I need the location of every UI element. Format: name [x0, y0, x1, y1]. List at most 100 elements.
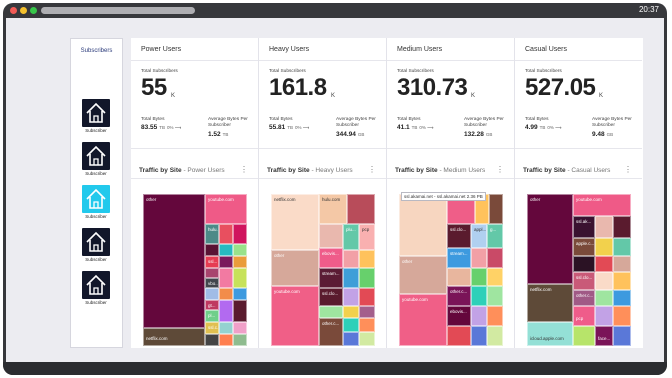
minimize-dot[interactable] — [20, 7, 27, 14]
treemap-tile[interactable] — [219, 288, 233, 300]
treemap-tile[interactable] — [233, 224, 247, 244]
treemap-tile[interactable]: stream... — [319, 268, 343, 288]
treemap-tile[interactable] — [219, 300, 233, 322]
treemap-tile[interactable]: ssl.ak... — [573, 216, 595, 238]
treemap-tile[interactable] — [343, 250, 359, 268]
treemap-tile[interactable]: ssl.c... — [205, 322, 219, 334]
treemap-tile[interactable]: pcp — [573, 306, 595, 326]
treemap-tile[interactable] — [233, 244, 247, 256]
treemap-tile[interactable] — [613, 272, 631, 290]
treemap-tile[interactable]: icloud.apple.com — [527, 322, 573, 346]
treemap-tile[interactable] — [471, 248, 487, 268]
treemap-tile[interactable] — [319, 224, 343, 248]
treemap-tile[interactable] — [343, 268, 359, 288]
treemap-tile[interactable]: other — [527, 194, 573, 284]
treemap-tile[interactable]: youtube.com — [271, 286, 319, 346]
treemap-tile[interactable] — [573, 326, 595, 346]
treemap-tile[interactable] — [233, 288, 247, 300]
treemap-tile[interactable] — [205, 244, 219, 256]
treemap-tile[interactable]: other.c... — [319, 318, 343, 346]
treemap-tile[interactable] — [471, 268, 487, 286]
treemap-tile[interactable]: other — [271, 250, 319, 286]
treemap-tile[interactable]: youtube.com — [573, 194, 631, 216]
sidebar-item-subscriber[interactable]: Subscriber — [80, 271, 112, 305]
treemap-tile[interactable] — [359, 332, 375, 346]
treemap-tile[interactable]: other.c... — [447, 286, 471, 306]
treemap-tile[interactable] — [573, 256, 595, 272]
treemap-tile[interactable] — [471, 286, 487, 306]
treemap-tile[interactable]: netflix.com — [271, 194, 319, 250]
sidebar-item-subscriber[interactable]: Subscriber — [80, 228, 112, 262]
treemap-tile[interactable] — [233, 334, 247, 346]
treemap-tile[interactable]: apple.c... — [573, 238, 595, 256]
treemap-tile[interactable] — [359, 306, 375, 318]
treemap-tile[interactable] — [595, 306, 613, 326]
more-options-icon[interactable]: ⋮ — [240, 165, 248, 174]
treemap-tile[interactable] — [347, 194, 375, 224]
treemap-tile[interactable] — [343, 306, 359, 318]
treemap-tile[interactable] — [447, 268, 471, 286]
sidebar-item-subscriber[interactable]: Subscriber — [80, 99, 112, 133]
treemap-tile[interactable]: ssl... — [205, 256, 219, 268]
treemap-tile[interactable]: ebovis... — [447, 306, 471, 326]
treemap-tile[interactable]: stream... — [447, 248, 471, 268]
treemap-tile[interactable] — [487, 268, 503, 286]
treemap-tile[interactable]: ssl.clo... — [573, 272, 595, 290]
treemap-tile[interactable] — [471, 306, 487, 326]
treemap-tile[interactable] — [219, 256, 233, 268]
treemap-tile[interactable] — [343, 288, 359, 306]
treemap-tile[interactable] — [233, 268, 247, 288]
treemap-tile[interactable]: pcp — [359, 224, 375, 250]
treemap-tile[interactable] — [595, 272, 613, 290]
more-options-icon[interactable]: ⋮ — [624, 165, 632, 174]
treemap-tile[interactable] — [487, 326, 503, 346]
more-options-icon[interactable]: ⋮ — [496, 165, 504, 174]
treemap-tile[interactable]: g... — [487, 224, 503, 248]
treemap-tile[interactable]: other — [399, 256, 447, 294]
treemap-tile[interactable] — [219, 268, 233, 288]
treemap-tile[interactable]: hulu... — [205, 224, 219, 244]
treemap-tile[interactable] — [233, 300, 247, 322]
treemap-tile[interactable]: ebovis... — [319, 248, 343, 268]
treemap-tile[interactable] — [595, 216, 613, 238]
treemap-tile[interactable]: other — [143, 194, 205, 328]
treemap-tile[interactable] — [205, 334, 219, 346]
treemap-tile[interactable]: pl... — [205, 310, 219, 322]
maximize-dot[interactable] — [30, 7, 37, 14]
treemap-tile[interactable] — [343, 318, 359, 332]
more-options-icon[interactable]: ⋮ — [368, 165, 376, 174]
treemap-tile[interactable] — [471, 326, 487, 346]
treemap-tile[interactable] — [205, 268, 219, 278]
treemap-tile[interactable] — [219, 334, 233, 346]
treemap-tile[interactable] — [487, 248, 503, 268]
treemap-tile[interactable] — [487, 306, 503, 326]
treemap-tile[interactable] — [595, 256, 613, 272]
treemap-tile[interactable] — [359, 268, 375, 288]
treemap-tile[interactable]: gt... — [205, 300, 219, 310]
treemap-tile[interactable] — [219, 322, 233, 334]
treemap-tile[interactable] — [595, 238, 613, 256]
treemap-tile[interactable] — [219, 244, 233, 256]
treemap-tile[interactable] — [487, 286, 503, 306]
treemap-tile[interactable] — [613, 306, 631, 326]
treemap-tile[interactable]: ssl.clo... — [447, 224, 471, 248]
treemap-tile[interactable]: netflix.com — [527, 284, 573, 322]
treemap-tile[interactable] — [447, 326, 471, 346]
address-bar[interactable] — [41, 7, 195, 14]
sidebar-item-subscriber[interactable]: Subscriber — [80, 142, 112, 176]
treemap-tile[interactable]: plu... — [343, 224, 359, 250]
treemap-tile[interactable] — [399, 194, 447, 256]
treemap-tile[interactable] — [319, 306, 343, 318]
treemap-tile[interactable] — [359, 318, 375, 332]
treemap-tile[interactable] — [233, 256, 247, 268]
treemap-tile[interactable]: youtube.com — [205, 194, 247, 224]
treemap-tile[interactable]: youtube.com — [399, 294, 447, 346]
treemap-tile[interactable] — [613, 216, 631, 238]
treemap-tile[interactable] — [595, 290, 613, 306]
sidebar-item-subscriber[interactable]: Subscriber — [80, 185, 112, 219]
treemap-tile[interactable]: ssl.clo... — [319, 288, 343, 306]
treemap-tile[interactable]: appl... — [471, 224, 487, 248]
treemap-tile[interactable]: other.c... — [573, 290, 595, 306]
treemap-tile[interactable]: face... — [595, 326, 613, 346]
treemap-tile[interactable] — [205, 288, 219, 300]
